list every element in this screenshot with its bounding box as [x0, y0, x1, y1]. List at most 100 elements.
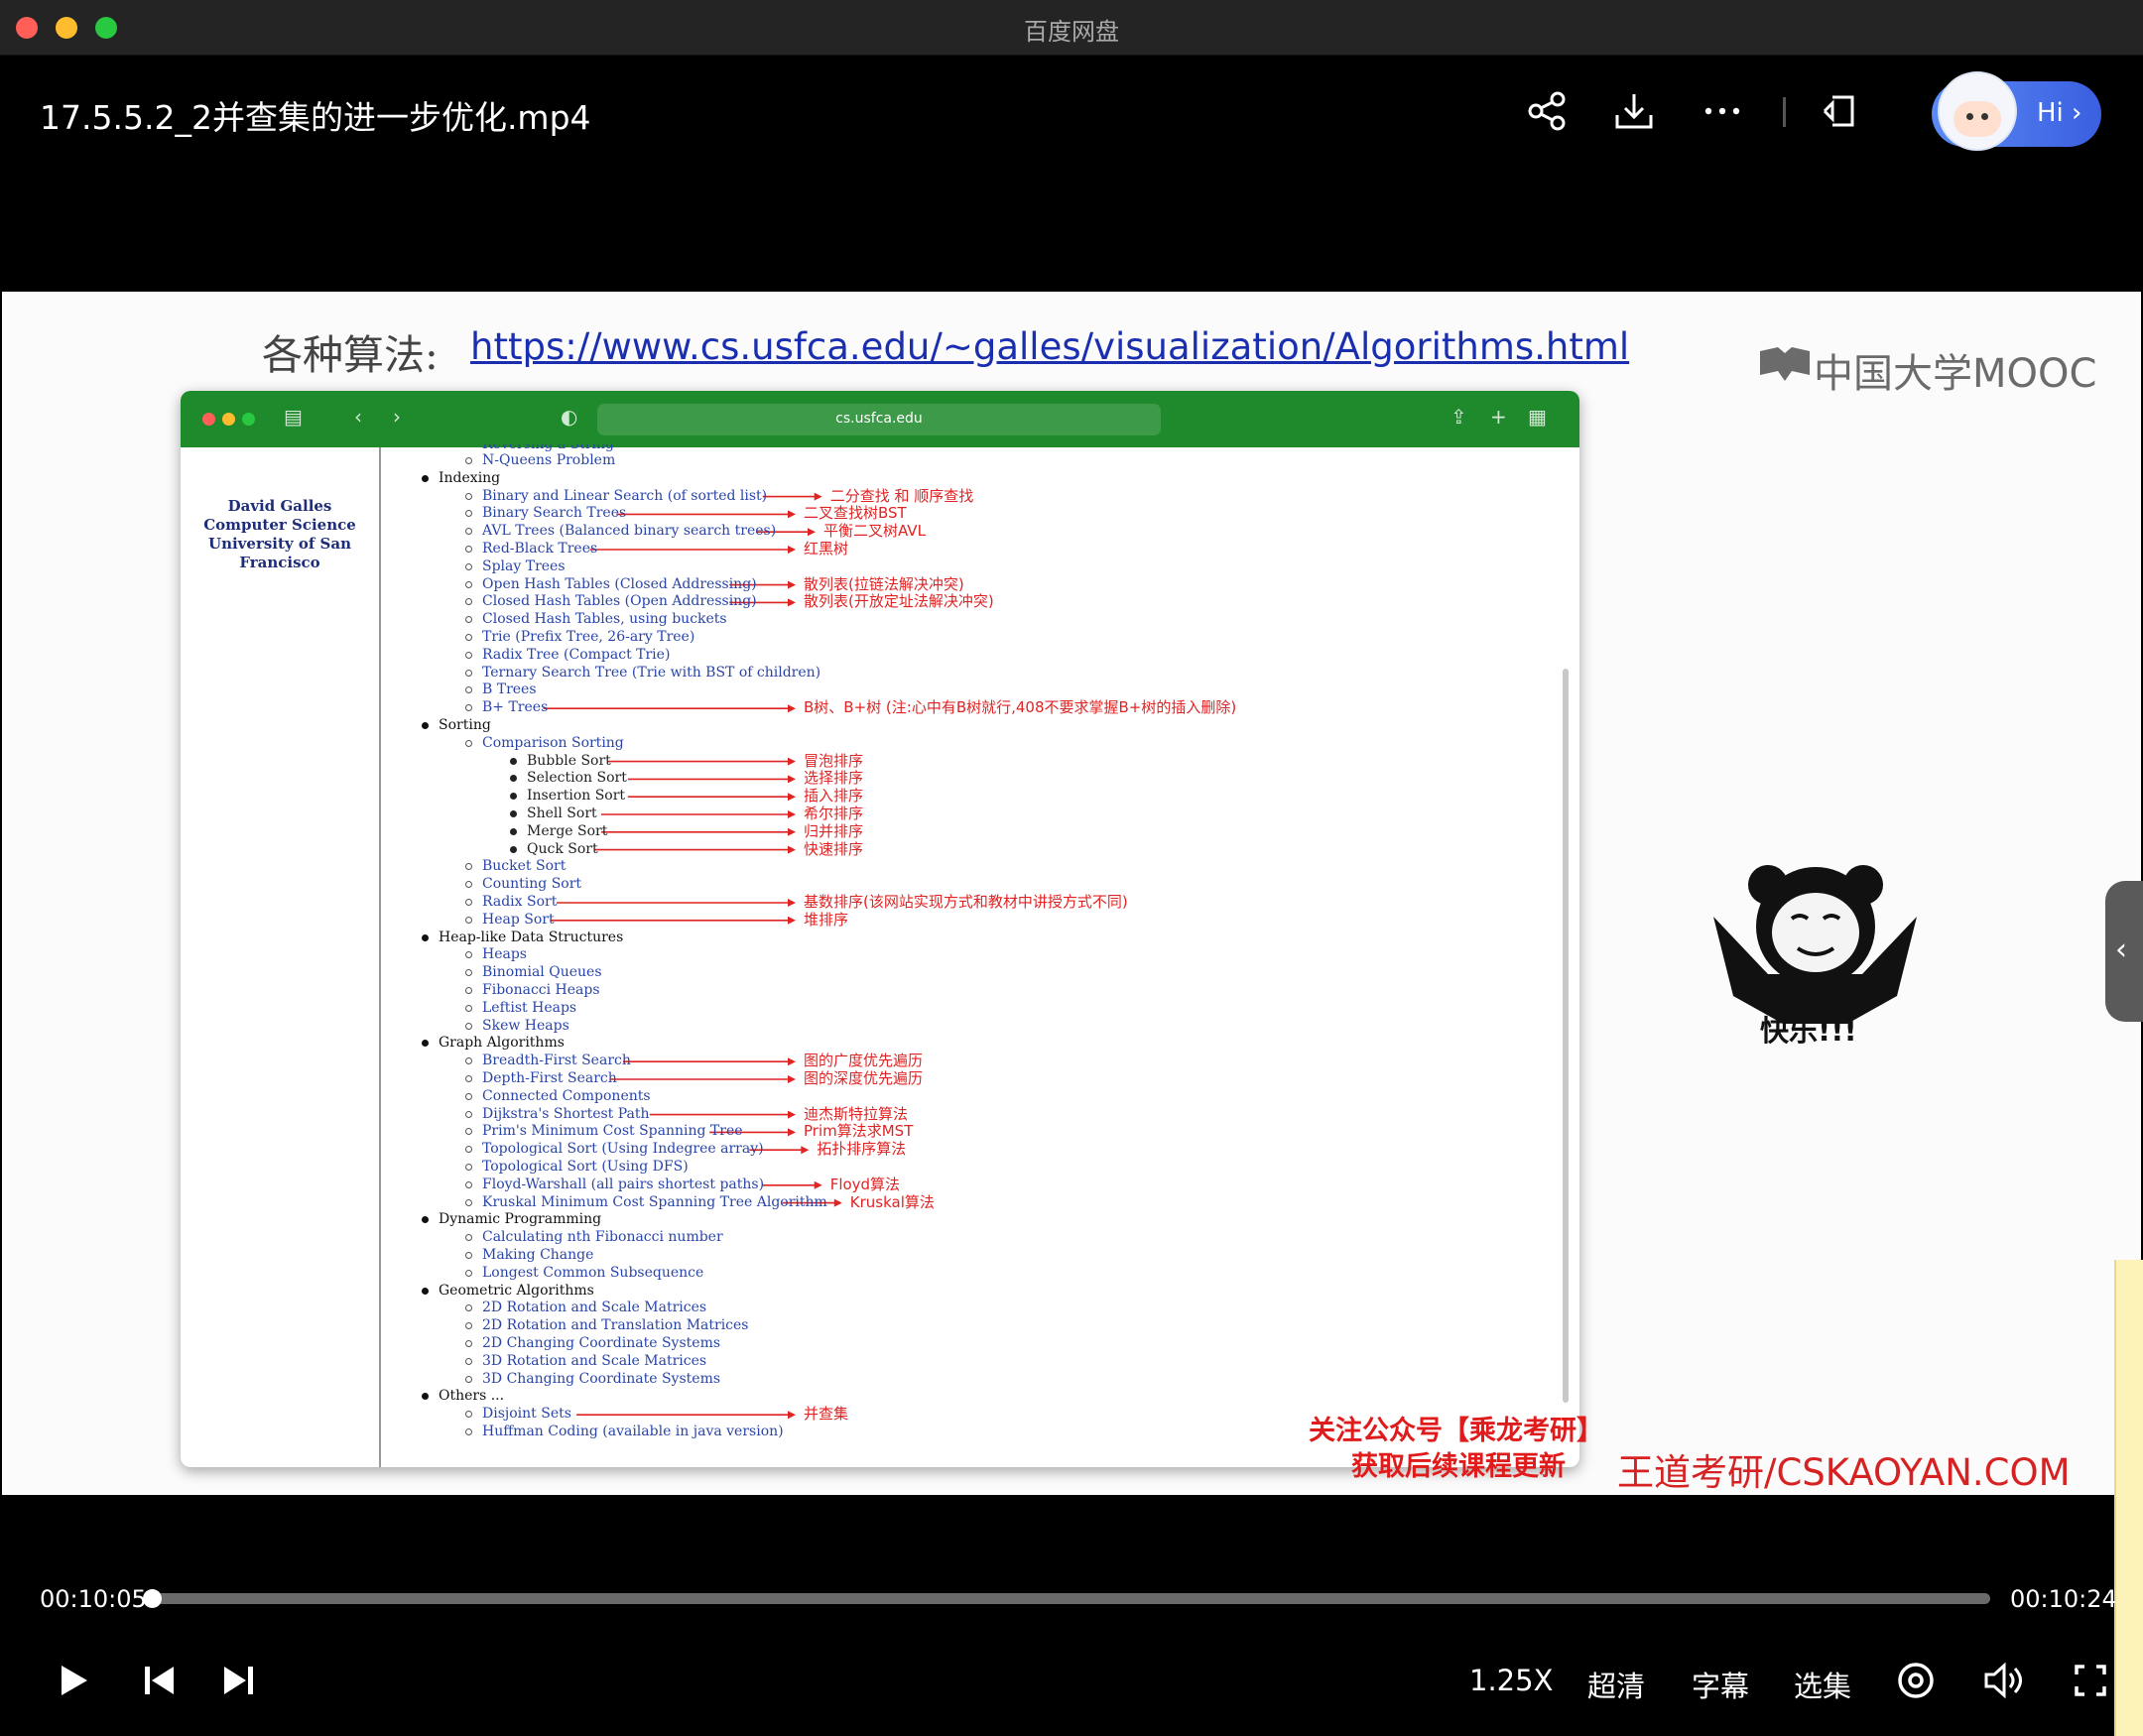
algorithm-category: Geometric Algorithms	[439, 1282, 594, 1299]
annotation-arrowhead	[788, 1057, 796, 1066]
red-annotation: 散列表(开放定址法解决冲突)	[804, 592, 994, 611]
annotation-arrowhead	[788, 845, 796, 854]
algorithm-link: Closed Hash Tables (Open Addressing)	[482, 593, 757, 610]
mooc-logo-icon	[1760, 347, 1810, 381]
list-bullet	[465, 1198, 472, 1206]
annotation-arrowhead	[788, 704, 796, 713]
algorithm-link: Insertion Sort	[527, 788, 626, 805]
algorithm-link: Binomial Queues	[482, 964, 602, 981]
red-annotation: 基数排序(该网站实现方式和教材中讲授方式不同)	[804, 893, 1128, 911]
list-bullet	[465, 1075, 472, 1082]
video-file-title: 17.5.5.2_2并查集的进一步优化.mp4	[40, 98, 591, 137]
algorithm-link: Prim's Minimum Cost Spanning Tree	[482, 1123, 743, 1140]
algorithm-link: Making Change	[482, 1247, 594, 1263]
pip-icon[interactable]	[1821, 89, 1864, 133]
algorithm-link: 2D Rotation and Scale Matrices	[482, 1300, 707, 1316]
algorithm-link: 2D Rotation and Translation Matrices	[482, 1317, 749, 1334]
red-annotation: 平衡二叉树AVL	[823, 522, 926, 541]
progress-thumb[interactable]	[143, 1589, 162, 1608]
episodes-button[interactable]: 选集	[1794, 1664, 1851, 1705]
list-bullet	[465, 739, 472, 747]
current-time: 00:10:05	[40, 1585, 147, 1613]
red-annotation: 图的广度优先遍历	[804, 1052, 924, 1070]
red-annotation: 希尔排序	[804, 805, 864, 822]
play-icon[interactable]	[56, 1663, 91, 1698]
list-bullet	[465, 1340, 472, 1347]
annotation-arrowhead	[788, 546, 796, 554]
annotation-arrowhead	[788, 775, 796, 784]
red-annotation: 二分查找 和 顺序查找	[829, 486, 974, 505]
red-annotation: Kruskal算法	[849, 1192, 935, 1211]
volume-icon[interactable]	[1982, 1661, 2026, 1700]
red-annotation: 选择排序	[804, 769, 864, 788]
more-icon[interactable]	[1701, 89, 1744, 133]
algorithm-link: Quck Sort	[527, 840, 598, 857]
algorithm-link: Kruskal Minimum Cost Spanning Tree Algor…	[482, 1193, 827, 1210]
annotation-arrowhead	[788, 827, 796, 836]
algorithm-link: 3D Rotation and Scale Matrices	[482, 1352, 707, 1369]
list-bullet	[510, 757, 517, 765]
algorithm-category: Sorting	[439, 717, 491, 733]
playback-speed-button[interactable]: 1.25X	[1469, 1664, 1553, 1697]
red-annotation: 散列表(拉链法解决冲突)	[804, 574, 964, 593]
algorithm-link: Topological Sort (Using DFS)	[482, 1159, 689, 1175]
list-bullet	[465, 562, 472, 570]
red-annotation: Prim算法求MST	[804, 1122, 914, 1141]
algorithm-link: B Trees	[482, 682, 537, 698]
algorithm-link: Selection Sort	[527, 770, 627, 787]
list-bullet	[465, 651, 472, 659]
algorithm-link: Calculating nth Fibonacci number	[482, 1229, 723, 1246]
next-icon[interactable]	[220, 1663, 256, 1698]
assistant-avatar	[1938, 71, 2017, 151]
progress-bar[interactable]	[151, 1593, 1990, 1604]
subtitles-button[interactable]: 字幕	[1692, 1664, 1749, 1705]
algorithm-link: Merge Sort	[527, 822, 608, 839]
loop-icon[interactable]	[1896, 1661, 1936, 1700]
download-icon[interactable]	[1612, 89, 1656, 133]
annotation-arrows	[543, 492, 842, 1420]
annotation-arrowhead	[788, 510, 796, 519]
list-bullet	[465, 1180, 472, 1188]
annotation-arrowhead	[788, 810, 796, 818]
red-annotation: 归并排序	[804, 821, 864, 840]
red-annotation: 迪杰斯特拉算法	[804, 1104, 909, 1123]
video-frame[interactable]: 各种算法: https://www.cs.usfca.edu/~galles/v…	[2, 292, 2141, 1495]
previous-icon[interactable]	[142, 1663, 178, 1698]
algorithm-link: Shell Sort	[527, 806, 597, 821]
annotation-arrowhead	[808, 528, 816, 537]
algorithm-link: Binary Search Trees	[482, 505, 627, 522]
notes-side-strip[interactable]	[2114, 1260, 2143, 1736]
fullscreen-icon[interactable]	[2074, 1664, 2107, 1697]
header-divider	[1783, 97, 1786, 127]
algorithm-link: Heap Sort	[482, 911, 555, 928]
list-bullet	[465, 1252, 472, 1259]
algorithm-link: Huffman Coding (available in java versio…	[482, 1424, 784, 1439]
algorithm-link: AVL Trees (Balanced binary search trees)	[482, 523, 777, 540]
red-annotation: 二叉查找树BST	[804, 504, 907, 523]
quality-button[interactable]: 超清	[1587, 1664, 1645, 1705]
assistant-hi-button[interactable]: Hi ›	[1932, 71, 2101, 151]
algorithm-category: Others ...	[439, 1388, 505, 1405]
window-title: 百度网盘	[1024, 18, 1119, 46]
list-bullet	[465, 669, 472, 677]
list-bullet	[510, 810, 517, 817]
list-bullet	[465, 1375, 472, 1383]
list-bullet	[465, 492, 472, 500]
red-annotation: 拓扑排序算法	[817, 1140, 907, 1159]
annotation-arrowhead	[814, 492, 822, 501]
total-time: 00:10:24	[2010, 1585, 2117, 1613]
list-bullet	[510, 827, 517, 835]
algorithm-link: Binary and Linear Search (of sorted list…	[482, 487, 768, 504]
algorithm-category: Indexing	[439, 469, 501, 486]
share-icon[interactable]	[1525, 89, 1569, 133]
chevron-left-icon: ‹	[2115, 932, 2127, 967]
algorithm-link: Radix Tree (Compact Trie)	[482, 646, 671, 663]
list-bullet	[422, 722, 429, 729]
side-panel-toggle[interactable]: ‹	[2105, 881, 2143, 1022]
annotation-arrowhead	[788, 757, 796, 766]
annotation-arrowhead	[788, 598, 796, 607]
algorithm-link: Bubble Sort	[527, 752, 611, 769]
algorithm-category: Heap-like Data Structures	[439, 929, 624, 945]
list-bullet	[422, 933, 429, 941]
list-bullet	[465, 1004, 472, 1012]
